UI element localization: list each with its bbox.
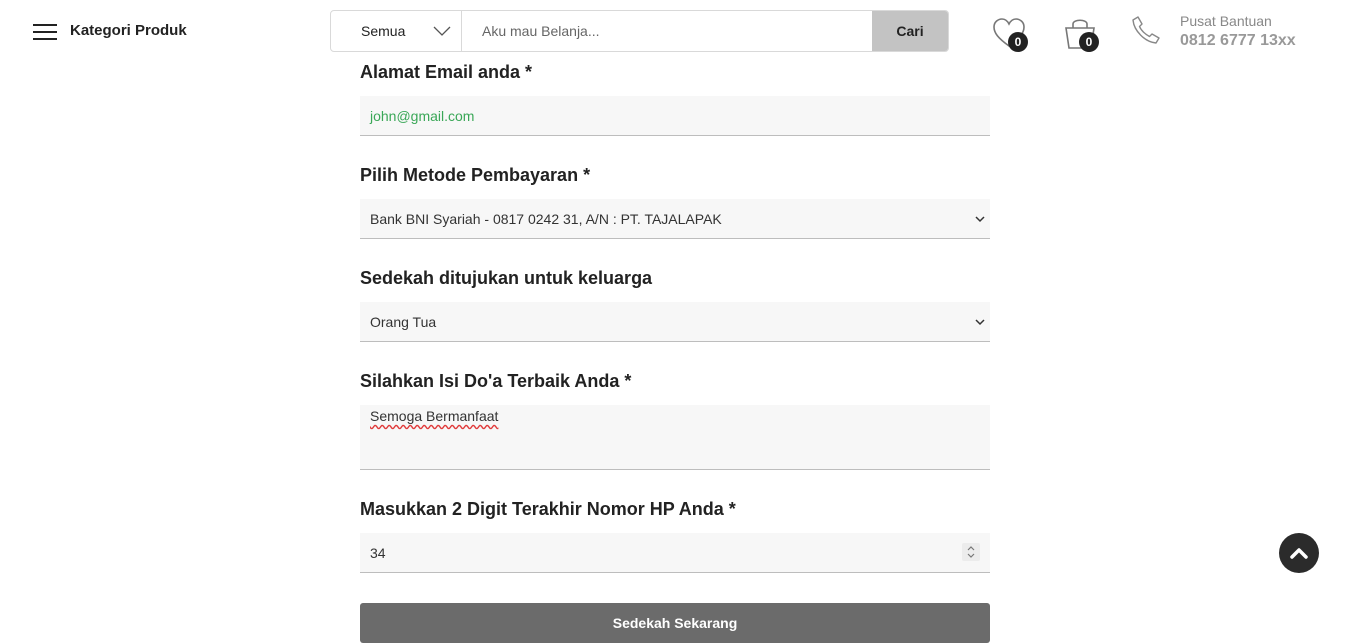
- search-input[interactable]: [462, 11, 872, 51]
- help-center-phone[interactable]: 0812 6777 13xx: [1180, 32, 1296, 50]
- search-category-select[interactable]: Semua: [331, 11, 462, 51]
- scroll-to-top-button[interactable]: [1279, 533, 1319, 573]
- submit-donation-button[interactable]: Sedekah Sekarang: [360, 603, 990, 643]
- chevron-up-icon: [1290, 548, 1308, 559]
- phone-digits-input[interactable]: 34: [360, 533, 990, 573]
- category-menu-label[interactable]: Kategori Produk: [70, 22, 187, 39]
- email-value: john@gmail.com: [370, 107, 475, 124]
- family-label: Sedekah ditujukan untuk keluarga: [360, 268, 653, 288]
- chevron-down-icon: [433, 26, 451, 36]
- family-select[interactable]: Orang Tua: [360, 302, 990, 342]
- help-center-title: Pusat Bantuan: [1180, 13, 1272, 29]
- email-label: Alamat Email anda *: [360, 62, 533, 82]
- prayer-label: Silahkan Isi Do'a Terbaik Anda *: [360, 371, 632, 391]
- phone-digits-value: 34: [370, 544, 386, 561]
- prayer-textarea[interactable]: Semoga Bermanfaat: [360, 405, 990, 470]
- search-button[interactable]: Cari: [872, 11, 948, 51]
- payment-method-select[interactable]: Bank BNI Syariah - 0817 0242 31, A/N : P…: [360, 199, 990, 239]
- search-category-value: Semua: [361, 23, 406, 39]
- stepper-arrows-icon: [967, 546, 975, 558]
- chevron-down-icon: [975, 215, 985, 222]
- phone-icon: [1132, 16, 1160, 44]
- prayer-value: Semoga Bermanfaat: [370, 408, 499, 424]
- email-field[interactable]: john@gmail.com: [360, 96, 990, 136]
- site-header: Kategori Produk Semua Cari 0 0 Pusat Ban…: [0, 0, 1366, 62]
- search-bar: Semua Cari: [330, 10, 949, 52]
- number-stepper[interactable]: [962, 543, 980, 561]
- phone-digits-label: Masukkan 2 Digit Terakhir Nomor HP Anda …: [360, 499, 736, 519]
- family-value: Orang Tua: [370, 313, 437, 330]
- payment-method-value: Bank BNI Syariah - 0817 0242 31, A/N : P…: [370, 210, 722, 227]
- payment-method-label: Pilih Metode Pembayaran *: [360, 165, 591, 185]
- wishlist-count-badge: 0: [1008, 32, 1028, 52]
- cart-count-badge: 0: [1079, 32, 1099, 52]
- chevron-down-icon: [975, 318, 985, 325]
- menu-icon[interactable]: [33, 22, 57, 42]
